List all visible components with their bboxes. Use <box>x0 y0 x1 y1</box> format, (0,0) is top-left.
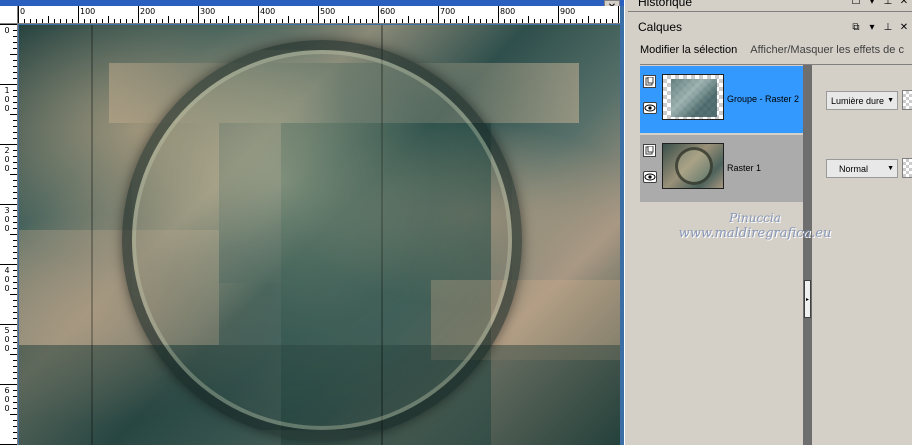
layer-name[interactable]: Groupe - Raster 2 <box>727 94 799 104</box>
ruler-label: 700 <box>440 7 456 16</box>
ruler-label: 300 <box>4 206 10 233</box>
layer-type-icon[interactable] <box>643 144 656 157</box>
vertical-ruler: 0 100 200 300 400 500 600 <box>0 24 18 445</box>
image-band <box>91 25 93 445</box>
close-icon[interactable]: ✕ <box>896 0 912 7</box>
eye-icon[interactable] <box>643 102 657 114</box>
image-canvas[interactable] <box>19 25 620 445</box>
canvas-pane: ✕ 0100200300400500600700800900 010020030… <box>0 0 624 445</box>
layers-list: Groupe - Raster 2 Raster 1 ▸ Lumière dur… <box>640 64 912 445</box>
ruler-label: 300 <box>200 7 216 16</box>
watermark-line1: Pinuccia <box>729 211 781 225</box>
circular-lens <box>122 40 522 440</box>
layer-name[interactable]: Raster 1 <box>727 163 761 173</box>
eye-icon[interactable] <box>643 171 657 183</box>
close-icon[interactable]: ✕ <box>896 22 912 33</box>
ruler-label: 500 <box>4 326 10 353</box>
layer-icons <box>643 144 659 183</box>
layers-panel-header: Calques ⧉ ▾ ⊥ ✕ <box>628 17 912 37</box>
thumbnail-content <box>675 147 713 185</box>
collapse-arrow-icon[interactable]: ▸ <box>804 280 811 318</box>
blend-mode-value: Normal <box>839 163 869 174</box>
blend-mode-select[interactable]: Lumière dure ▼ <box>826 91 898 110</box>
layer-thumbnail[interactable] <box>662 74 724 120</box>
layer-row[interactable]: Groupe - Raster 2 <box>640 66 803 133</box>
ruler-label: 0 <box>4 26 10 35</box>
ruler-label: 200 <box>140 7 156 16</box>
ruler-ticks-h <box>18 6 619 23</box>
app-window: ✕ 0 100 200 300 400 500 600 700 800 900 0 100 200 30… <box>0 0 912 445</box>
modify-selection-button[interactable]: Modifier la sélection <box>640 44 737 56</box>
restore-icon[interactable]: ⧉ <box>848 22 864 33</box>
layer-thumbnail[interactable] <box>662 143 724 189</box>
ruler-label: 600 <box>380 7 396 16</box>
ruler-label: 0 <box>20 7 26 16</box>
ruler-label: 900 <box>560 7 576 16</box>
layer-row[interactable]: Raster 1 <box>640 135 803 202</box>
watermark-line2: www.maldiregrafica.eu <box>678 226 832 241</box>
ruler-corner <box>0 6 18 24</box>
ruler-label: 500 <box>320 7 336 16</box>
horizontal-ruler: 0 100 200 300 400 500 600 700 800 900 <box>18 6 620 24</box>
opacity-swatch[interactable] <box>902 158 912 178</box>
layer-icons <box>643 75 659 114</box>
pin-icon[interactable]: ⊥ <box>880 22 896 33</box>
ruler-label: 200 <box>4 146 10 173</box>
layers-toolbar: Modifier la sélection Afficher/Masquer l… <box>640 44 904 56</box>
layers-panel-title: Calques <box>638 20 683 34</box>
dropdown-icon: ▼ <box>887 97 894 104</box>
blend-mode-value: Lumière dure <box>831 95 885 106</box>
ruler-label: 600 <box>4 386 10 413</box>
history-panel-header: Historique ☐ ▾ ⊥ ✕ <box>628 0 912 12</box>
pin-icon[interactable]: ⊥ <box>880 0 896 7</box>
ruler-label: 100 <box>4 86 10 113</box>
toggle-effects-button[interactable]: Afficher/Masquer les effets de c <box>750 44 904 56</box>
history-panel-title: Historique <box>638 0 693 9</box>
restore-icon[interactable]: ☐ <box>848 0 864 7</box>
ruler-label: 100 <box>80 7 96 16</box>
ruler-label: 800 <box>500 7 516 16</box>
panel-divider[interactable] <box>803 65 812 445</box>
dropdown-icon[interactable]: ▾ <box>864 0 880 7</box>
opacity-swatch[interactable] <box>902 90 912 110</box>
ruler-label: 400 <box>4 266 10 293</box>
blend-mode-select[interactable]: Normal ▼ <box>826 159 898 178</box>
dropdown-icon: ▼ <box>887 165 894 172</box>
thumbnail-content <box>671 79 717 117</box>
dropdown-icon[interactable]: ▾ <box>864 22 880 33</box>
watermark: Pinuccia www.maldiregrafica.eu <box>655 210 855 242</box>
ruler-label: 400 <box>260 7 276 16</box>
layer-type-icon[interactable] <box>643 75 656 88</box>
